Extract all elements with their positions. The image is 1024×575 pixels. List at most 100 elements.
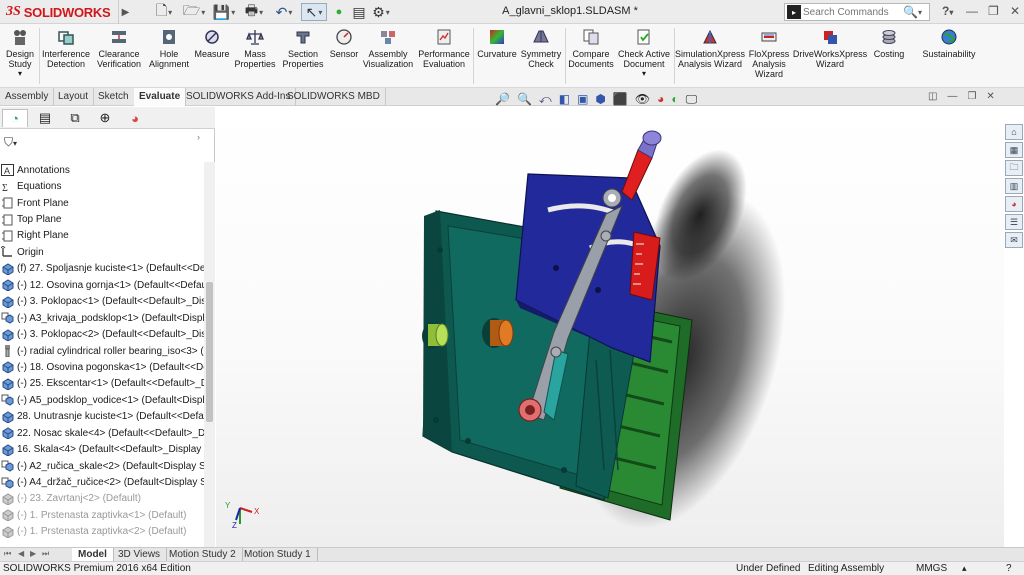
tree-item[interactable]: (-) 1. Prstenasta zaptivka<2> (Default) [0,524,204,540]
eccentric-part[interactable] [518,398,542,422]
tree-item[interactable]: (-) A5_podsklop_vodice<1> (Default<Displ… [0,392,204,408]
new-document-button[interactable]: 🗋 ▾ [153,2,175,21]
tree-item[interactable]: Right Plane [0,228,204,244]
tab-assembly[interactable]: Assembly [0,88,55,106]
tab-motion-study-1[interactable]: Motion Study 1 [238,548,318,561]
zoom-to-fit-icon[interactable]: 🔎 [495,92,510,106]
status-help-icon[interactable]: ? [1006,562,1012,575]
tab-evaluate[interactable]: Evaluate [134,88,187,106]
driveworksxpress-button[interactable]: DriveWorksXpress Wizard [793,28,867,69]
previous-view-icon[interactable]: ⤺ [539,92,552,107]
save-button[interactable]: 💾 ▾ [213,3,235,21]
solidworks-logo[interactable]: 3S SOLIDWORKS [6,3,111,21]
tree-item[interactable]: (-) 3. Poklopac<2> (Default<<Default>_Di… [0,326,204,342]
select-button[interactable]: ↖ ▾ [301,3,327,21]
dynamic-annotation-icon[interactable]: ▣ [577,92,588,106]
feature-manager-tab[interactable]: ◔ [2,109,28,127]
orange-shaft-stub[interactable] [482,318,514,348]
dimxpert-manager-tab[interactable]: ⊕ [92,109,118,127]
prev-tab-icon[interactable]: ◀ [18,549,24,558]
view-settings-icon[interactable]: 🖵 [686,92,698,107]
floxpress-button[interactable]: FloXpress Analysis Wizard [748,28,790,79]
section-view-icon[interactable]: ◧ [559,92,570,106]
search-icon[interactable]: 🔍 [903,5,918,19]
assembly-model-view[interactable]: Y X Z [216,107,1004,547]
display-style-icon[interactable]: ⬛ [613,92,628,106]
open-button[interactable]: 🗁 ▾ [183,2,205,21]
graphics-area[interactable]: Y X Z [216,107,1004,547]
units-status[interactable]: MMGS [916,562,947,575]
property-manager-tab[interactable]: ▤ [32,109,58,127]
edit-appearance-icon[interactable]: ◕ [657,92,664,106]
tree-item[interactable]: (-) 18. Osovina pogonska<1> (Default<<De… [0,359,204,375]
tree-item[interactable]: (-) 3. Poklopac<1> (Default<<Default>_Di… [0,294,204,310]
hide-show-items-icon[interactable]: 👁 [635,92,650,106]
check-active-document-button[interactable]: Check Active Document ▾ [617,28,671,79]
tree-item[interactable]: Origin [0,244,204,260]
tree-item[interactable]: (-) 12. Osovina gornja<1> (Default<<Defa… [0,277,204,293]
minimize-button[interactable]: — [966,4,978,18]
menu-expand-arrow[interactable]: ▶ [118,0,132,24]
tree-item[interactable]: (-) 1. Prstenasta zaptivka<1> (Default) [0,507,204,523]
appearances-icon[interactable]: ◕ [1005,196,1023,212]
close-button[interactable]: ✕ [1010,4,1020,18]
tree-item[interactable]: (-) radial cylindrical roller bearing_is… [0,343,204,359]
rebuild-button[interactable]: ● [332,3,346,21]
tree-item[interactable]: (-) 25. Ekscentar<1> (Default<<Default>_… [0,376,204,392]
tab-3d-views[interactable]: 3D Views [112,548,168,561]
interference-detection-button[interactable]: Interference Detection [41,28,91,69]
chevron-up-icon[interactable]: ▴ [962,562,967,575]
symmetry-check-button[interactable]: Symmetry Check [520,28,562,69]
tree-item[interactable]: 22. Nosac skale<4> (Default<<Default>_Di… [0,425,204,441]
search-type-icon[interactable]: ▸ [787,5,801,19]
configuration-manager-tab[interactable]: ⧉ [62,109,88,127]
search-input[interactable] [803,6,903,18]
mass-properties-button[interactable]: Mass Properties [234,28,276,69]
display-manager-tab[interactable]: ◕ [122,109,148,127]
tree-item[interactable]: Top Plane [0,211,204,227]
forum-icon[interactable]: ✉ [1005,232,1023,248]
design-study-button[interactable]: Design Study ▾ [3,28,37,79]
performance-evaluation-button[interactable]: Performance Evaluation [417,28,471,69]
tree-item[interactable]: A Annotations [0,162,204,178]
costing-button[interactable]: Costing [870,28,908,59]
viewport-minimize-icon[interactable]: — [947,91,957,102]
scrollbar-thumb[interactable] [206,282,213,422]
tab-layout[interactable]: Layout [53,88,95,106]
tree-item[interactable]: (-) A4_držač_ručice<2> (Default<Display … [0,474,204,490]
file-properties-button[interactable]: ▤ [350,3,368,21]
view-orientation-icon[interactable]: ⬢ [595,92,605,106]
tree-item[interactable]: (-) A2_ručica_skale<2> (Default<Display … [0,458,204,474]
green-shaft-stub[interactable] [422,323,449,349]
compare-documents-button[interactable]: Compare Documents [567,28,615,69]
options-button[interactable]: ⚙ ▾ [370,3,392,21]
solidworks-resources-icon[interactable]: ⌂ [1005,124,1023,140]
next-tab-icon[interactable]: ▶ [30,549,36,558]
file-explorer-icon[interactable]: 🗀 [1005,160,1023,176]
simulationxpress-button[interactable]: SimulationXpress Analysis Wizard [675,28,745,69]
print-button[interactable]: 🖶 ▾ [243,2,265,21]
tree-scrollbar[interactable] [204,162,215,547]
tree-item[interactable]: 28. Unutrasnje kuciste<1> (Default<<Defa… [0,409,204,425]
tab-sketch[interactable]: Sketch [93,88,135,106]
tree-item[interactable]: (-) A3_krivaja_podsklop<1> (Default<Disp… [0,310,204,326]
viewport-restore-icon[interactable]: ❐ [967,91,976,102]
tab-model[interactable]: Model [72,548,114,561]
view-palette-icon[interactable]: ▥ [1005,178,1023,194]
tree-item[interactable]: Σ Equations [0,178,204,194]
tree-item[interactable]: Front Plane [0,195,204,211]
restore-button[interactable]: ❐ [988,4,999,18]
undo-button[interactable]: ↶ ▾ [273,3,295,21]
tab-motion-study-2[interactable]: Motion Study 2 [163,548,243,561]
tab-solidworks-add-ins[interactable]: SOLIDWORKS Add-Ins [181,88,297,106]
custom-properties-icon[interactable]: ☰ [1005,214,1023,230]
sustainability-button[interactable]: Sustainability [918,28,980,59]
measure-button[interactable]: Measure [193,28,231,59]
tree-item[interactable]: (f) 27. Spoljasnje kuciste<1> (Default<<… [0,261,204,277]
search-commands-box[interactable]: ▸ 🔍 ▾ [784,3,930,21]
last-tab-icon[interactable]: ⏭ [42,549,49,559]
viewport-close-icon[interactable]: ✕ [986,91,994,102]
sensor-button[interactable]: Sensor [327,28,361,59]
clearance-verification-button[interactable]: Clearance Verification [94,28,144,69]
zoom-to-area-icon[interactable]: 🔍 [517,92,532,106]
